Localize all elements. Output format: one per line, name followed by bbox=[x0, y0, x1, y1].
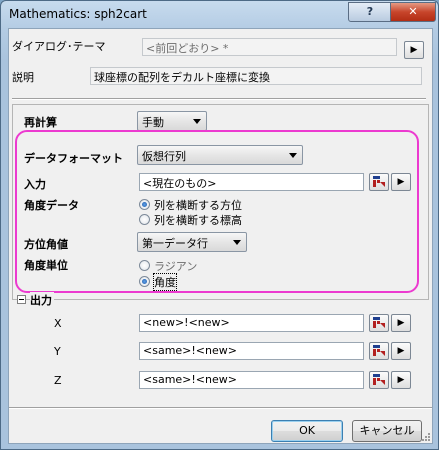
chevron-down-icon bbox=[289, 153, 297, 158]
theme-input[interactable]: <前回どおり> * bbox=[142, 38, 397, 56]
angle-unit-radio-degree[interactable] bbox=[139, 276, 150, 287]
help-button[interactable]: ? bbox=[348, 2, 392, 22]
output-y-field[interactable]: <same>!<new> bbox=[139, 342, 364, 360]
title-bar[interactable]: Mathematics: sph2cart ? ✕ bbox=[1, 1, 438, 27]
angle-unit-option-degree[interactable]: 角度 bbox=[153, 273, 177, 291]
triangle-right-icon: ▶ bbox=[397, 346, 405, 356]
window-title: Mathematics: sph2cart bbox=[9, 7, 147, 21]
description-field: 球座標の配列をデカルト座標に変換 bbox=[90, 67, 422, 85]
output-x-range-button[interactable] bbox=[369, 314, 389, 332]
azimuth-value: 第一データ行 bbox=[142, 237, 208, 250]
data-format-dropdown[interactable]: 仮想行列 bbox=[137, 145, 303, 165]
triangle-right-icon: ▶ bbox=[397, 177, 405, 187]
angle-unit-label: 角度単位 bbox=[24, 259, 68, 272]
range-select-button[interactable] bbox=[369, 173, 389, 191]
close-button[interactable]: ✕ bbox=[390, 2, 436, 22]
output-x-field[interactable]: <new>!<new> bbox=[139, 314, 364, 332]
output-y-menu-button[interactable]: ▶ bbox=[391, 342, 411, 360]
collapse-minus-icon[interactable] bbox=[17, 295, 26, 304]
azimuth-label: 方位角値 bbox=[24, 238, 68, 251]
output-z-range-button[interactable] bbox=[369, 371, 389, 389]
cancel-button[interactable]: キャンセル bbox=[352, 420, 422, 442]
dialog-window: Mathematics: sph2cart ? ✕ ダイアログ･テーマ <前回ど… bbox=[0, 0, 439, 450]
resize-grip-icon[interactable] bbox=[421, 432, 431, 442]
recalc-value: 手動 bbox=[142, 116, 164, 129]
dialog-body: ダイアログ･テーマ <前回どおり> * ▶ 説明 球座標の配列をデカルト座標に変… bbox=[8, 28, 433, 444]
chevron-down-icon bbox=[193, 119, 201, 124]
range-select-icon bbox=[373, 345, 385, 356]
data-format-label: データフォーマット bbox=[24, 152, 123, 165]
angle-data-option-elevation[interactable]: 列を横断する標高 bbox=[154, 212, 242, 228]
azimuth-dropdown[interactable]: 第一データ行 bbox=[137, 232, 247, 252]
input-field[interactable]: <現在のもの> bbox=[139, 173, 364, 191]
output-x-menu-button[interactable]: ▶ bbox=[391, 314, 411, 332]
range-select-icon bbox=[373, 317, 385, 328]
angle-data-radio-azimuth[interactable] bbox=[139, 199, 150, 210]
triangle-right-icon: ▶ bbox=[397, 375, 405, 385]
angle-unit-radio-radian[interactable] bbox=[139, 260, 150, 271]
angle-data-radio-elevation[interactable] bbox=[139, 214, 150, 225]
angle-unit-option-radian[interactable]: ラジアン bbox=[154, 258, 197, 274]
footer-separator bbox=[9, 407, 432, 409]
description-label: 説明 bbox=[12, 71, 34, 84]
chevron-down-icon bbox=[233, 240, 241, 245]
recalc-dropdown[interactable]: 手動 bbox=[137, 111, 207, 131]
output-y-range-button[interactable] bbox=[369, 342, 389, 360]
ok-button[interactable]: OK bbox=[271, 420, 343, 442]
output-y-label: Y bbox=[54, 345, 61, 358]
data-format-value: 仮想行列 bbox=[142, 150, 186, 163]
output-label: 出力 bbox=[30, 292, 54, 308]
output-z-menu-button[interactable]: ▶ bbox=[391, 371, 411, 389]
triangle-right-icon: ▶ bbox=[397, 318, 405, 328]
input-label: 入力 bbox=[24, 178, 46, 191]
range-select-icon bbox=[373, 374, 385, 385]
angle-data-option-azimuth[interactable]: 列を横断する方位 bbox=[154, 197, 242, 213]
output-z-field[interactable]: <same>!<new> bbox=[139, 371, 364, 389]
recalc-label: 再計算 bbox=[24, 116, 57, 129]
output-x-label: X bbox=[54, 317, 62, 330]
input-menu-button[interactable]: ▶ bbox=[391, 173, 411, 191]
separator bbox=[12, 98, 426, 100]
theme-menu-button[interactable]: ▶ bbox=[404, 41, 424, 59]
angle-data-label: 角度データ bbox=[24, 199, 79, 212]
range-select-icon bbox=[373, 176, 385, 187]
theme-label: ダイアログ･テーマ bbox=[12, 40, 106, 53]
output-z-label: Z bbox=[54, 374, 62, 387]
triangle-right-icon: ▶ bbox=[410, 45, 418, 55]
